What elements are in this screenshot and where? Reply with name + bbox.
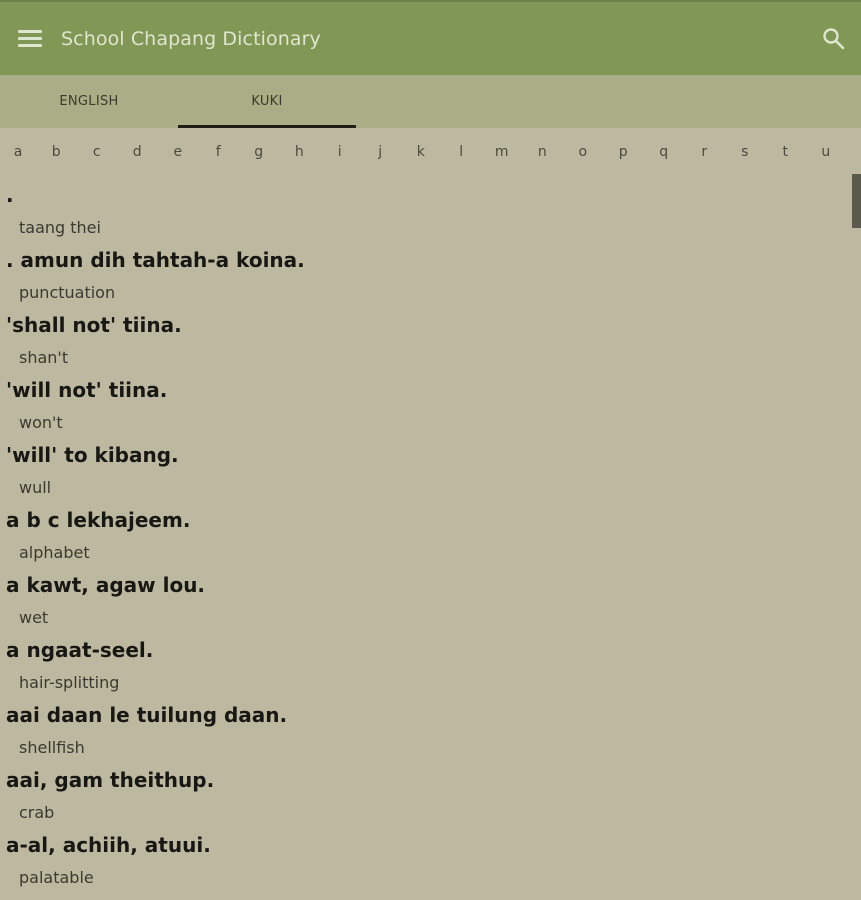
alphabet-letter-n[interactable]: n <box>522 144 563 160</box>
list-item[interactable]: . taang thei <box>0 176 852 241</box>
list-item[interactable]: . amun dih tahtah-a koina. punctuation <box>0 241 852 306</box>
alphabet-letter-d[interactable]: d <box>117 144 158 160</box>
alphabet-letter-i[interactable]: i <box>320 144 361 160</box>
entry-headword: . <box>6 183 14 207</box>
alphabet-letter-a[interactable]: a <box>0 144 36 160</box>
entry-headword: aai, gam theithup. <box>6 768 215 792</box>
alphabet-letter-m[interactable]: m <box>482 144 523 160</box>
list-item[interactable]: 'shall not' tiina. shan't <box>0 306 852 371</box>
entry-headword: . amun dih tahtah-a koina. <box>6 248 305 272</box>
menu-icon[interactable] <box>18 29 42 49</box>
alphabet-letter-s[interactable]: s <box>725 144 766 160</box>
entry-translation: crab <box>19 803 55 822</box>
list-item[interactable]: 'will not' tiina. won't <box>0 371 852 436</box>
entry-headword: 'will not' tiina. <box>6 378 168 402</box>
entry-translation: shan't <box>19 348 69 367</box>
entry-translation: shellfish <box>19 738 85 757</box>
alphabet-letter-r[interactable]: r <box>684 144 725 160</box>
list-item[interactable]: a-al, achiih, atuui. palatable <box>0 826 852 891</box>
alphabet-letter-k[interactable]: k <box>401 144 442 160</box>
entry-translation: hair-splitting <box>19 673 120 692</box>
alphabet-letter-h[interactable]: h <box>279 144 320 160</box>
tab-kuki[interactable]: KUKI <box>178 75 356 128</box>
alphabet-letter-p[interactable]: p <box>603 144 644 160</box>
alphabet-letter-e[interactable]: e <box>158 144 199 160</box>
scrollbar-thumb[interactable] <box>852 174 861 228</box>
entry-headword: 'shall not' tiina. <box>6 313 182 337</box>
entry-translation: wull <box>19 478 52 497</box>
app-bar: School Chapang Dictionary <box>0 0 861 75</box>
entry-list: . taang thei . amun dih tahtah-a koina. … <box>0 176 852 900</box>
scrollbar-track[interactable] <box>852 176 861 900</box>
search-icon[interactable] <box>821 26 847 52</box>
alphabet-index: a b c d e f g h i j k l m n o p q r s t … <box>0 128 848 176</box>
alphabet-letter-j[interactable]: j <box>360 144 401 160</box>
alphabet-letter-u[interactable]: u <box>806 144 847 160</box>
list-item[interactable]: aai, gam theithup. crab <box>0 761 852 826</box>
entry-headword: a b c lekhajeem. <box>6 508 191 532</box>
entry-translation: punctuation <box>19 283 116 302</box>
entry-translation: won't <box>19 413 63 432</box>
entry-headword: aai daan le tuilung daan. <box>6 703 288 727</box>
alphabet-letter-t[interactable]: t <box>765 144 806 160</box>
entry-translation: wet <box>19 608 49 627</box>
entry-headword: a-al, achiih, atuui. <box>6 833 211 857</box>
list-item[interactable]: aai daan le tuilung daan. shellfish <box>0 696 852 761</box>
alphabet-letter-l[interactable]: l <box>441 144 482 160</box>
entry-headword: a ngaat-seel. <box>6 638 154 662</box>
alphabet-letter-f[interactable]: f <box>198 144 239 160</box>
tab-bar: ENGLISH KUKI <box>0 75 861 128</box>
entry-translation: taang thei <box>19 218 101 237</box>
alphabet-letter-q[interactable]: q <box>644 144 685 160</box>
entry-translation: palatable <box>19 868 94 887</box>
tab-english[interactable]: ENGLISH <box>0 75 178 128</box>
list-item[interactable]: a kawt, agaw lou. wet <box>0 566 852 631</box>
list-item[interactable]: a ngaat-seel. hair-splitting <box>0 631 852 696</box>
entry-translation: alphabet <box>19 543 90 562</box>
entry-headword: a kawt, agaw lou. <box>6 573 206 597</box>
alphabet-letter-o[interactable]: o <box>563 144 604 160</box>
alphabet-letter-c[interactable]: c <box>77 144 118 160</box>
list-item[interactable]: 'will' to kibang. wull <box>0 436 852 501</box>
list-item[interactable]: a b c lekhajeem. alphabet <box>0 501 852 566</box>
alphabet-letter-g[interactable]: g <box>239 144 280 160</box>
entry-headword: 'will' to kibang. <box>6 443 179 467</box>
alphabet-letter-b[interactable]: b <box>36 144 77 160</box>
app-title: School Chapang Dictionary <box>61 27 321 50</box>
